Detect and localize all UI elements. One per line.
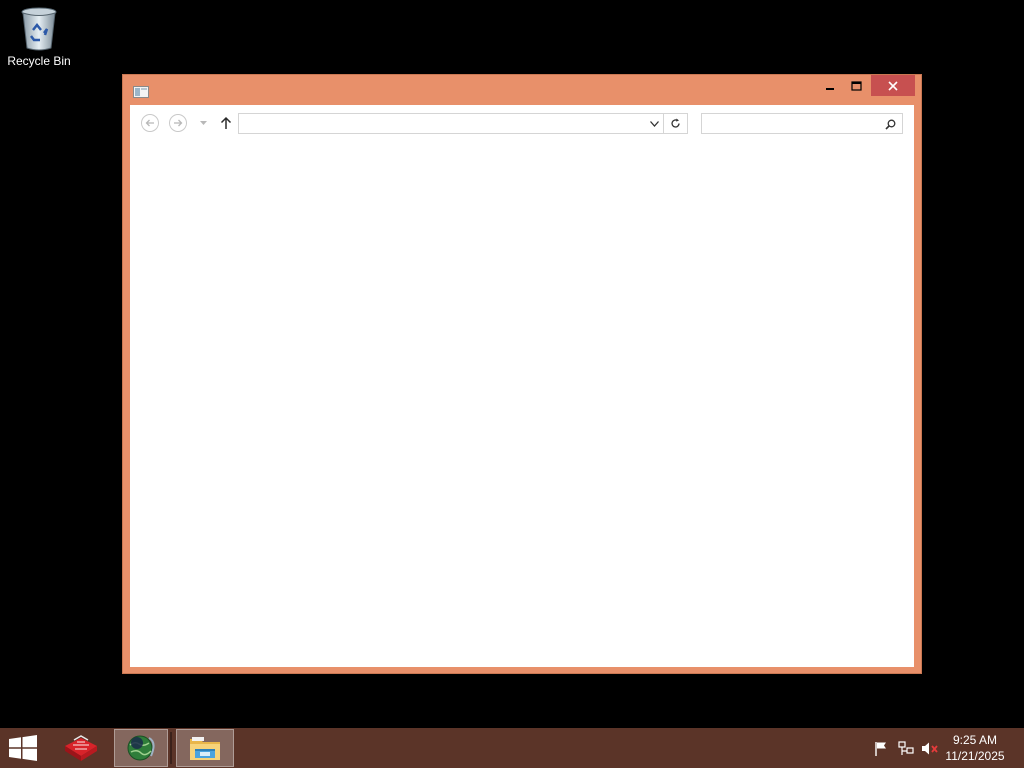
recycle-bin-label: Recycle Bin [7,54,71,68]
address-dropdown-button[interactable] [646,114,662,133]
recent-locations-button[interactable] [198,118,208,128]
recycle-bin-icon [21,7,57,51]
back-button[interactable] [141,114,159,132]
volume-tray[interactable] [921,740,939,756]
taskbar: 9:25 AM 11/21/2025 [0,728,1024,768]
forward-arrow-icon [174,119,183,127]
chevron-down-icon [199,121,207,125]
taskbar-app-button[interactable] [54,729,108,767]
refresh-icon [671,118,680,128]
clock-time: 9:25 AM [952,733,998,747]
network-icon [898,740,914,755]
recycle-bin-shortcut[interactable]: Recycle Bin [4,6,74,76]
search-box[interactable] [701,113,903,135]
close-icon [888,80,898,91]
clock-date: 11/21/2025 [945,749,1005,763]
network-tray[interactable] [897,740,915,756]
file-explorer-window[interactable] [122,74,922,674]
start-button[interactable] [8,735,38,761]
refresh-button[interactable] [663,113,688,134]
window-content[interactable] [130,105,914,667]
file-explorer-icon [190,737,220,760]
navigation-bar [130,105,914,143]
forward-button[interactable] [169,114,187,132]
search-input[interactable] [702,115,878,135]
flag-icon [875,741,886,756]
up-arrow-icon [220,116,232,129]
search-icon[interactable] [882,116,898,132]
up-button[interactable] [218,115,234,131]
web-browser-icon [127,735,155,761]
maximize-icon [850,80,862,91]
address-bar[interactable] [238,113,688,135]
maximize-button[interactable] [843,75,869,96]
taskbar-separator [170,732,172,764]
back-arrow-icon [145,119,154,127]
close-button[interactable] [871,75,915,96]
taskbar-file-explorer-button[interactable] [176,729,234,767]
address-input[interactable] [239,115,639,135]
taskbar-clock[interactable]: 9:25 AM 11/21/2025 [940,732,1010,764]
title-bar[interactable] [123,75,921,105]
content-pane[interactable] [130,143,914,667]
minimize-button[interactable] [817,75,843,96]
volume-muted-icon [922,742,938,754]
chevron-down-icon [649,120,659,127]
app-icon [65,735,97,761]
action-center-tray[interactable] [873,740,891,756]
taskbar-browser-button[interactable] [114,729,168,767]
window-app-icon[interactable] [133,83,149,102]
windows-logo-icon [9,735,37,761]
minimize-icon [826,87,834,90]
